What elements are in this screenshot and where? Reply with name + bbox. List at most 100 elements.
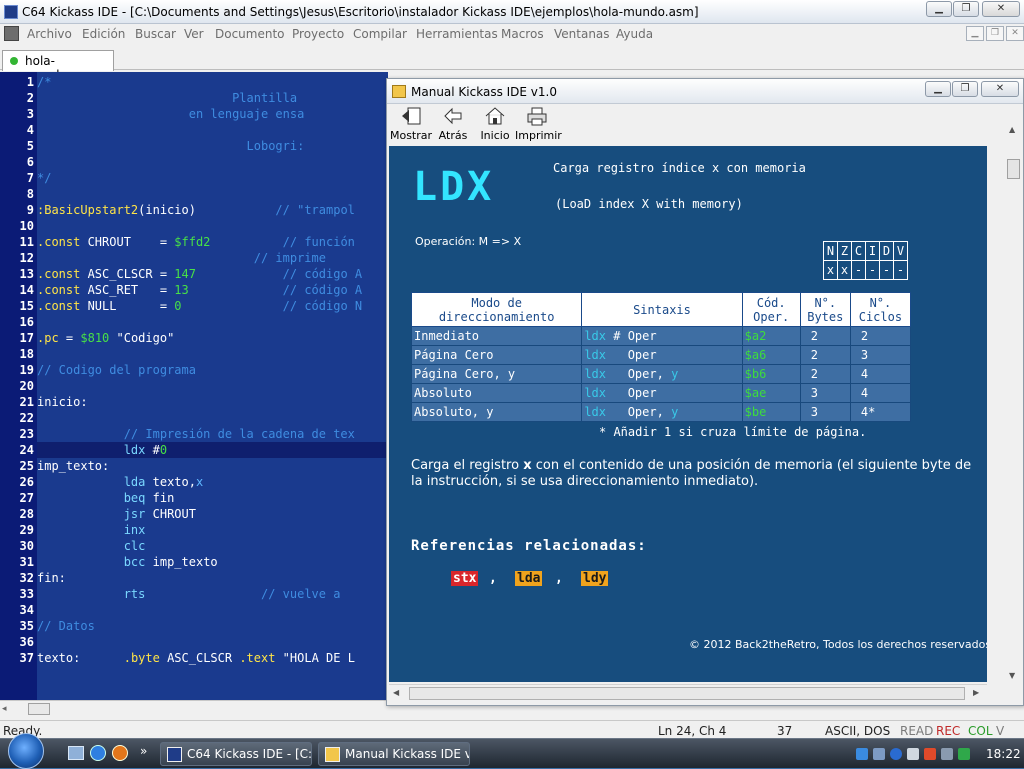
menu-bar: Archivo Edición Buscar Ver Documento Pro… [0,24,1024,44]
help-close-icon[interactable]: ✕ [981,81,1019,97]
code-line[interactable]: // Codigo del programa [37,362,388,378]
menu-ventanas[interactable]: Ventanas [554,27,610,41]
menu-compilar[interactable]: Compilar [353,27,407,41]
help-minimize-icon[interactable]: ▁ [925,81,951,97]
code-token: bcc [123,555,146,569]
back-button[interactable]: Atrás [431,106,475,144]
scroll-thumb[interactable] [28,703,50,715]
code-line[interactable] [37,346,388,362]
security-icon[interactable] [924,748,936,760]
code-line[interactable]: // Datos [37,618,388,634]
help-horizontal-scrollbar[interactable]: ◀ ▶ [389,684,987,702]
show-button[interactable]: Mostrar [389,106,433,144]
menu-ayuda[interactable]: Ayuda [616,27,653,41]
code-line[interactable]: // Impresión de la cadena de tex [37,426,388,442]
code-line[interactable]: en lenguaje ensa [37,106,388,122]
help-scroll-thumb[interactable] [1007,159,1020,179]
code-text-area[interactable]: /* Plantilla en lenguaje ensa Lobogri: */… [37,72,388,700]
code-line[interactable] [37,602,388,618]
code-line[interactable] [37,378,388,394]
ref-stx-link[interactable]: stx [451,571,479,586]
help-scroll-right-icon[interactable]: ▶ [973,688,979,697]
mdi-minimize-icon[interactable]: ▁ [966,26,984,41]
code-line[interactable]: .const ASC_CLSCR = 147 // código A [37,266,388,282]
scroll-left-icon[interactable]: ◂ [2,704,7,714]
code-line[interactable]: inx [37,522,388,538]
menu-edicion[interactable]: Edición [82,27,125,41]
line-number: 5 [26,139,34,153]
nvidia-icon[interactable] [958,748,970,760]
help-hscroll-thumb[interactable] [409,687,965,700]
close-icon[interactable]: ✕ [982,1,1020,17]
code-line[interactable]: bcc imp_texto [37,554,388,570]
firefox-icon[interactable] [112,745,128,761]
code-line[interactable]: texto: .byte ASC_CLSCR .text "HOLA DE L [37,650,388,666]
editor-horizontal-scrollbar[interactable]: ◂ [0,700,388,718]
tab-hola-mundo[interactable]: hola-mundo.asm [2,50,114,82]
status-read: READ [900,724,934,738]
mdi-close-icon[interactable]: ✕ [1006,26,1024,41]
code-line[interactable] [37,634,388,650]
code-line[interactable]: rts // vuelve a [37,586,388,602]
code-line[interactable]: lda texto,x [37,474,388,490]
home-button[interactable]: Inicio [473,106,517,144]
device-icon[interactable] [941,748,953,760]
ie-icon[interactable] [90,745,106,761]
task-kickass-ide[interactable]: C64 Kickass IDE - [C:... [160,742,312,766]
task-manual[interactable]: Manual Kickass IDE v... [318,742,470,766]
code-line[interactable]: :BasicUpstart2(inicio) // "trampol [37,202,388,218]
ref-lda-link[interactable]: lda [515,571,543,586]
scroll-down-icon[interactable]: ▼ [1009,671,1015,680]
code-editor[interactable]: 1 2 3 4 5 6 7 8 9 10 11 12 13 14 15 16 17 18 19 20 21 22 23 24 2… [0,72,388,700]
code-line[interactable]: jsr CHROUT [37,506,388,522]
code-line[interactable]: .const CHROUT = $ffd2 // función [37,234,388,250]
start-button[interactable] [8,733,44,769]
quicklaunch-more-icon[interactable]: » [140,744,147,758]
code-line[interactable] [37,314,388,330]
code-line[interactable]: /* [37,74,388,90]
code-line[interactable]: .pc = $810 "Codigo" [37,330,388,346]
help-maximize-icon[interactable]: ❐ [952,81,978,97]
code-line[interactable] [37,218,388,234]
code-line[interactable] [37,122,388,138]
minimize-icon[interactable]: ▁ [926,1,952,17]
code-line[interactable]: imp_texto: [37,458,388,474]
current-code-line[interactable]: ldx #0 [37,442,388,458]
mdi-restore-icon[interactable]: ❐ [986,26,1004,41]
code-line[interactable]: // imprime [37,250,388,266]
help-scroll-left-icon[interactable]: ◀ [393,688,399,697]
bluetooth-icon[interactable] [856,748,868,760]
help-title-bar[interactable]: Manual Kickass IDE v1.0 ▁ ❐ ✕ [387,79,1023,104]
maximize-icon[interactable]: ❐ [953,1,979,17]
print-button[interactable]: Imprimir [515,106,562,144]
code-line[interactable]: clc [37,538,388,554]
code-line[interactable]: beq fin [37,490,388,506]
code-line[interactable]: Plantilla [37,90,388,106]
menu-herramientas[interactable]: Herramientas [416,27,498,41]
code-line[interactable]: Lobogri: [37,138,388,154]
volume-icon[interactable] [907,748,919,760]
code-line[interactable]: inicio: [37,394,388,410]
menu-ver[interactable]: Ver [184,27,204,41]
code-line[interactable] [37,410,388,426]
code-line[interactable]: .const NULL = 0 // código N [37,298,388,314]
code-line[interactable]: fin: [37,570,388,586]
menu-archivo[interactable]: Archivo [27,27,72,41]
menu-documento[interactable]: Documento [215,27,285,41]
ref-ldy-link[interactable]: ldy [581,571,609,586]
code-line[interactable]: */ [37,170,388,186]
menu-macros[interactable]: Macros [501,27,544,41]
menu-buscar[interactable]: Buscar [135,27,176,41]
line-number: 15 [19,299,34,313]
menu-proyecto[interactable]: Proyecto [292,27,344,41]
help-vertical-scrollbar[interactable]: ▲ ▼ [1005,121,1022,684]
update-icon[interactable] [890,748,902,760]
show-desktop-icon[interactable] [68,746,84,760]
code-line[interactable] [37,154,388,170]
ide-title-bar[interactable]: C64 Kickass IDE - [C:\Documents and Sett… [0,0,1024,24]
network-icon[interactable] [873,748,885,760]
code-line[interactable] [37,186,388,202]
code-line[interactable]: .const ASC_RET = 13 // código A [37,282,388,298]
document-icon[interactable] [4,26,19,41]
scroll-up-icon[interactable]: ▲ [1009,125,1015,134]
